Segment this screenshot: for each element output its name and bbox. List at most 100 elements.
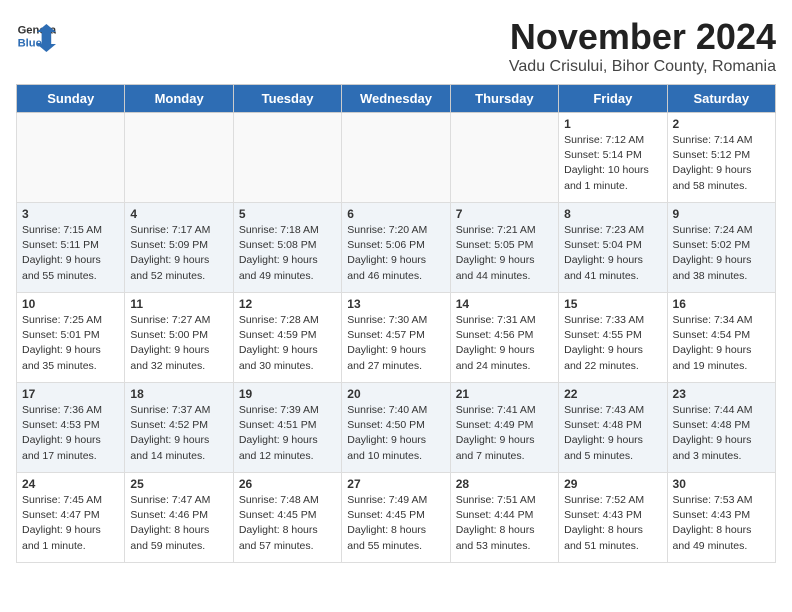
cell-info: Sunrise: 7:14 AM Sunset: 5:12 PM Dayligh… [673, 133, 770, 194]
day-number: 29 [564, 477, 661, 491]
calendar-cell: 19 Sunrise: 7:39 AM Sunset: 4:51 PM Dayli… [233, 383, 341, 473]
day-number: 12 [239, 297, 336, 311]
calendar-cell [233, 113, 341, 203]
day-number: 11 [130, 297, 227, 311]
cell-info: Sunrise: 7:48 AM Sunset: 4:45 PM Dayligh… [239, 493, 336, 554]
cell-info: Sunrise: 7:33 AM Sunset: 4:55 PM Dayligh… [564, 313, 661, 374]
cell-info: Sunrise: 7:45 AM Sunset: 4:47 PM Dayligh… [22, 493, 119, 554]
calendar-table: SundayMondayTuesdayWednesdayThursdayFrid… [16, 84, 776, 563]
calendar-cell: 27Sunrise: 7:49 AM Sunset: 4:45 PM Dayli… [342, 473, 450, 563]
calendar-cell [17, 113, 125, 203]
day-number: 9 [673, 207, 770, 221]
cell-info: Sunrise: 7:39 AM Sunset: 4:51 PM Dayligh… [239, 403, 336, 464]
cell-info: Sunrise: 7:17 AM Sunset: 5:09 PM Dayligh… [130, 223, 227, 284]
logo-icon: General Blue [16, 16, 56, 56]
day-number: 6 [347, 207, 444, 221]
cell-info: Sunrise: 7:40 AM Sunset: 4:50 PM Dayligh… [347, 403, 444, 464]
calendar-cell: 20Sunrise: 7:40 AM Sunset: 4:50 PM Dayli… [342, 383, 450, 473]
cell-info: Sunrise: 7:28 AM Sunset: 4:59 PM Dayligh… [239, 313, 336, 374]
cell-info: Sunrise: 7:24 AM Sunset: 5:02 PM Dayligh… [673, 223, 770, 284]
cell-info: Sunrise: 7:30 AM Sunset: 4:57 PM Dayligh… [347, 313, 444, 374]
calendar-cell: 29 Sunrise: 7:52 AM Sunset: 4:43 PM Dayli… [559, 473, 667, 563]
day-number: 21 [456, 387, 553, 401]
day-header-friday: Friday [559, 85, 667, 113]
cell-info: Sunrise: 7:51 AM Sunset: 4:44 PM Dayligh… [456, 493, 553, 554]
cell-info: Sunrise: 7:18 AM Sunset: 5:08 PM Dayligh… [239, 223, 336, 284]
calendar-cell: 8 Sunrise: 7:23 AM Sunset: 5:04 PM Daylig… [559, 203, 667, 293]
day-header-thursday: Thursday [450, 85, 558, 113]
calendar-cell: 5 Sunrise: 7:18 AM Sunset: 5:08 PM Daylig… [233, 203, 341, 293]
cell-info: Sunrise: 7:36 AM Sunset: 4:53 PM Dayligh… [22, 403, 119, 464]
cell-info: Sunrise: 7:44 AM Sunset: 4:48 PM Dayligh… [673, 403, 770, 464]
day-number: 18 [130, 387, 227, 401]
day-number: 24 [22, 477, 119, 491]
day-number: 14 [456, 297, 553, 311]
day-number: 10 [22, 297, 119, 311]
day-number: 4 [130, 207, 227, 221]
calendar-cell: 3 Sunrise: 7:15 AM Sunset: 5:11 PM Daylig… [17, 203, 125, 293]
month-title: November 2024 [509, 16, 776, 58]
cell-info: Sunrise: 7:43 AM Sunset: 4:48 PM Dayligh… [564, 403, 661, 464]
day-header-saturday: Saturday [667, 85, 775, 113]
day-number: 2 [673, 117, 770, 131]
calendar-cell: 25 Sunrise: 7:47 AM Sunset: 4:46 PM Dayli… [125, 473, 233, 563]
calendar-cell: 11 Sunrise: 7:27 AM Sunset: 5:00 PM Dayli… [125, 293, 233, 383]
day-number: 3 [22, 207, 119, 221]
calendar-cell: 28 Sunrise: 7:51 AM Sunset: 4:44 PM Dayli… [450, 473, 558, 563]
day-number: 5 [239, 207, 336, 221]
page-header: General Blue November 2024 Vadu Crisului… [16, 16, 776, 76]
cell-info: Sunrise: 7:20 AM Sunset: 5:06 PM Dayligh… [347, 223, 444, 284]
cell-info: Sunrise: 7:37 AM Sunset: 4:52 PM Dayligh… [130, 403, 227, 464]
calendar-cell: 30Sunrise: 7:53 AM Sunset: 4:43 PM Dayli… [667, 473, 775, 563]
cell-info: Sunrise: 7:25 AM Sunset: 5:01 PM Dayligh… [22, 313, 119, 374]
day-number: 22 [564, 387, 661, 401]
calendar-cell: 18 Sunrise: 7:37 AM Sunset: 4:52 PM Dayli… [125, 383, 233, 473]
calendar-cell: 23Sunrise: 7:44 AM Sunset: 4:48 PM Dayli… [667, 383, 775, 473]
cell-info: Sunrise: 7:49 AM Sunset: 4:45 PM Dayligh… [347, 493, 444, 554]
cell-info: Sunrise: 7:52 AM Sunset: 4:43 PM Dayligh… [564, 493, 661, 554]
day-number: 17 [22, 387, 119, 401]
day-header-tuesday: Tuesday [233, 85, 341, 113]
cell-info: Sunrise: 7:23 AM Sunset: 5:04 PM Dayligh… [564, 223, 661, 284]
calendar-cell: 21 Sunrise: 7:41 AM Sunset: 4:49 PM Dayli… [450, 383, 558, 473]
calendar-cell: 9 Sunrise: 7:24 AM Sunset: 5:02 PM Daylig… [667, 203, 775, 293]
svg-text:Blue: Blue [18, 37, 42, 49]
day-number: 30 [673, 477, 770, 491]
calendar-cell: 22 Sunrise: 7:43 AM Sunset: 4:48 PM Dayli… [559, 383, 667, 473]
calendar-cell: 6 Sunrise: 7:20 AM Sunset: 5:06 PM Daylig… [342, 203, 450, 293]
calendar-cell: 24 Sunrise: 7:45 AM Sunset: 4:47 PM Dayli… [17, 473, 125, 563]
cell-info: Sunrise: 7:21 AM Sunset: 5:05 PM Dayligh… [456, 223, 553, 284]
day-number: 7 [456, 207, 553, 221]
cell-info: Sunrise: 7:41 AM Sunset: 4:49 PM Dayligh… [456, 403, 553, 464]
location-title: Vadu Crisului, Bihor County, Romania [509, 58, 776, 76]
day-number: 13 [347, 297, 444, 311]
day-number: 15 [564, 297, 661, 311]
day-header-monday: Monday [125, 85, 233, 113]
title-block: November 2024 Vadu Crisului, Bihor Count… [509, 16, 776, 76]
day-number: 19 [239, 387, 336, 401]
cell-info: Sunrise: 7:12 AM Sunset: 5:14 PM Dayligh… [564, 133, 661, 194]
day-number: 28 [456, 477, 553, 491]
logo: General Blue [16, 16, 56, 56]
calendar-cell [342, 113, 450, 203]
day-header-wednesday: Wednesday [342, 85, 450, 113]
day-number: 25 [130, 477, 227, 491]
day-number: 26 [239, 477, 336, 491]
calendar-cell: 14 Sunrise: 7:31 AM Sunset: 4:56 PM Dayli… [450, 293, 558, 383]
calendar-cell: 17 Sunrise: 7:36 AM Sunset: 4:53 PM Dayli… [17, 383, 125, 473]
calendar-cell [450, 113, 558, 203]
day-number: 16 [673, 297, 770, 311]
cell-info: Sunrise: 7:15 AM Sunset: 5:11 PM Dayligh… [22, 223, 119, 284]
calendar-cell: 2 Sunrise: 7:14 AM Sunset: 5:12 PM Daylig… [667, 113, 775, 203]
cell-info: Sunrise: 7:47 AM Sunset: 4:46 PM Dayligh… [130, 493, 227, 554]
day-number: 1 [564, 117, 661, 131]
calendar-cell: 13 Sunrise: 7:30 AM Sunset: 4:57 PM Dayli… [342, 293, 450, 383]
calendar-cell: 4 Sunrise: 7:17 AM Sunset: 5:09 PM Daylig… [125, 203, 233, 293]
day-header-sunday: Sunday [17, 85, 125, 113]
calendar-cell: 1 Sunrise: 7:12 AM Sunset: 5:14 PM Daylig… [559, 113, 667, 203]
calendar-cell [125, 113, 233, 203]
cell-info: Sunrise: 7:31 AM Sunset: 4:56 PM Dayligh… [456, 313, 553, 374]
cell-info: Sunrise: 7:27 AM Sunset: 5:00 PM Dayligh… [130, 313, 227, 374]
day-number: 8 [564, 207, 661, 221]
calendar-cell: 12 Sunrise: 7:28 AM Sunset: 4:59 PM Dayli… [233, 293, 341, 383]
